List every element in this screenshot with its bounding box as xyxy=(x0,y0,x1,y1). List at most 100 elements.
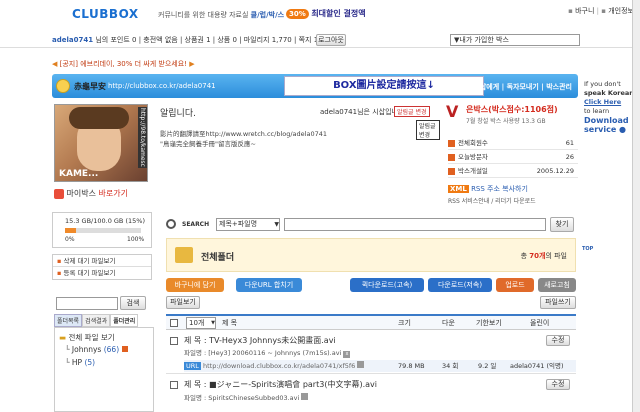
window-scrollbar[interactable] xyxy=(632,0,640,412)
search-input[interactable] xyxy=(284,218,546,231)
search-bar: SEARCH 제목+파일명 ▼ 찾기 xyxy=(166,216,576,234)
new-badge-icon xyxy=(121,346,128,352)
edit-button[interactable]: 수정 xyxy=(546,379,570,390)
all-folder-title: 전체폴더 xyxy=(201,253,235,263)
file-size: 79.8 MB xyxy=(398,362,425,370)
page-size-select[interactable]: 10개 ▼ xyxy=(186,317,216,329)
upload-button[interactable]: 업로드 xyxy=(496,278,534,292)
coupon[interactable]: | 상품권 1 xyxy=(180,36,211,44)
close-icon[interactable] xyxy=(301,393,309,400)
charge[interactable]: | 충전액 없음 xyxy=(139,36,178,44)
quick-download-button[interactable]: 퀵다운로드(고속) xyxy=(350,278,424,292)
side-ad[interactable]: If you don't speak Korean, Click Here to… xyxy=(584,80,638,134)
folder-icon: ┗ xyxy=(65,358,70,367)
queue-register[interactable]: ▪ 등록 대기 파일보기 xyxy=(53,267,151,279)
col-title: 제 목 xyxy=(222,319,238,327)
col-uploader: 올린이 xyxy=(530,319,550,327)
add-to-basket-button[interactable]: 바구니에 담기 xyxy=(166,278,224,292)
greeting-line-1: 影片的翻譯請至http://www.wretch.cc/blog/adela07… xyxy=(160,130,327,138)
play-icon: ▶ xyxy=(189,60,195,68)
rss-sub[interactable]: RSS 서비스안내 / 리더기 다운로드 xyxy=(448,196,536,205)
edit-button[interactable]: 수정 xyxy=(546,335,570,346)
folder-root[interactable]: ▬ 전체 파일 보기 xyxy=(59,332,115,343)
box-select[interactable]: ▼내가 가입한 박스 xyxy=(450,34,580,46)
file-view-button[interactable]: 파일보기 xyxy=(166,296,200,309)
tab-folder-list[interactable]: 폴더목록 xyxy=(54,314,83,327)
coupon-items[interactable]: | 상품 0 xyxy=(213,36,237,44)
top-link-basket[interactable]: 바구니 xyxy=(575,7,594,15)
search-label: SEARCH xyxy=(182,221,210,228)
stat-value: 2005.12.29 xyxy=(536,167,574,175)
file-name: 파일명 : [Hey3] 20060116 ~ Johnnys (7m15s).… xyxy=(184,347,351,358)
folder-item[interactable]: ┗ Johnnys (66) xyxy=(65,345,128,354)
all-folder-panel: 전체폴더 총 70개의 파일 xyxy=(166,238,576,272)
refresh-button[interactable]: 새로고침 xyxy=(538,278,576,292)
quota-hundred: 100% xyxy=(127,236,145,243)
header-tagline: 커뮤니티를 위한 대용량 자료실 클/럽/박/스 xyxy=(158,11,285,19)
rss-row[interactable]: XML RSS 주소 복사하기 xyxy=(448,184,528,194)
header: CLUBBOX 커뮤니티를 위한 대용량 자료실 클/럽/박/스 30% 최대할… xyxy=(0,0,640,30)
top-button[interactable]: TOP xyxy=(582,246,593,252)
promo-text: 최대할인 결정액 xyxy=(311,9,366,18)
quota-text: 15.3 GB/100.0 GB (15%) xyxy=(65,217,145,225)
basket-icon: ▪ xyxy=(568,7,573,15)
table-header: 10개 ▼ 제 목 크기 다운 기한보기 올린이 xyxy=(166,314,576,330)
box-header: 赤龜早安 http://clubbox.co.kr/adela0741 BOX圖… xyxy=(52,74,578,98)
tab-search-results[interactable]: 검색결과 xyxy=(82,314,111,327)
speaker-icon: ◀ xyxy=(52,60,58,68)
box-admin-links[interactable]: 시삽에게 | 독자모내기 | 박스관리 xyxy=(473,82,572,92)
box-stats-title: 은박스(박스점수:1106점) xyxy=(466,105,558,114)
file-name: 파일명 : SpiritsChineseSubbed03.avi xyxy=(184,392,309,402)
search-scope-select[interactable]: 제목+파일명 ▼ xyxy=(216,218,280,231)
notice-bar[interactable]: ◀ [공지] 에브리데이, 30% 더 싸게 받으세요! ▶ xyxy=(52,58,582,70)
file-title[interactable]: 제 목 : ■ジャニー-Spirits演唱會 part3(中文字幕).avi xyxy=(184,379,377,390)
stat-label: 오늘방문자 xyxy=(458,153,488,161)
change-notice-tooltip: 알림글변경 xyxy=(416,120,440,140)
box-stat-row: 전체회원수 61 xyxy=(448,136,578,150)
file-title[interactable]: 제 목 : TV-Heyx3 Johnnys未公開畫面.avi xyxy=(184,335,336,346)
logo[interactable]: CLUBBOX xyxy=(72,7,139,21)
xml-badge: XML xyxy=(448,185,469,193)
promo-banner[interactable]: 30% 최대할인 결정액 xyxy=(286,8,366,19)
folder-tree: ▬ 전체 파일 보기 ┗ Johnnys (66) ┗ HP (5) xyxy=(54,327,154,412)
file-uploader[interactable]: adela0741 (익명) xyxy=(510,360,564,372)
quota-bar-fill xyxy=(65,228,77,233)
top-links: ▪ 바구니 | ▪ 개인정보 xyxy=(568,7,634,15)
quota-bar xyxy=(65,228,141,233)
quota-panel: 15.3 GB/100.0 GB (15%) 0% 100% xyxy=(52,212,152,248)
mileage[interactable]: | 마일리지 1,770 xyxy=(239,36,292,44)
row-checkbox[interactable] xyxy=(170,381,178,389)
box-stat-row: 박스개설일 2005.12.29 xyxy=(448,164,578,178)
sidebar-search-input[interactable] xyxy=(56,297,118,310)
file-downloads: 34 회 xyxy=(442,362,459,370)
box-banner: BOX圖片設定請按這↓ xyxy=(284,76,484,96)
queue-delete[interactable]: ▪ 삭제 대기 파일보기 xyxy=(53,255,151,267)
box-emblem-icon xyxy=(56,79,70,93)
points[interactable]: 포인트 0 xyxy=(110,36,136,44)
queue-list: ▪ 삭제 대기 파일보기 ▪ 등록 대기 파일보기 xyxy=(52,254,152,280)
table-row: 제 목 : ■ジャニー-Spirits演唱會 part3(中文字幕).avi 수… xyxy=(166,378,576,412)
merge-url-button[interactable]: 다운URL 합치기 xyxy=(236,278,302,292)
mybox-link[interactable]: 마이박스 바로가기 xyxy=(54,187,148,201)
copy-icon[interactable] xyxy=(357,361,365,368)
close-icon[interactable]: x xyxy=(343,351,351,358)
search-button[interactable]: 찾기 xyxy=(550,217,574,232)
stat-icon xyxy=(448,153,455,161)
row-checkbox[interactable] xyxy=(170,337,178,345)
box-stats-date: 7월 창설 박스 사용량 13.3 GB xyxy=(466,118,546,125)
folder-tabs: 폴더목록 검색결과 폴더관리 xyxy=(54,314,154,327)
file-url[interactable]: http://download.clubbox.co.kr/adela0741/… xyxy=(203,362,355,370)
download-button[interactable]: 다운로드(저속) xyxy=(428,278,492,292)
select-all-checkbox[interactable] xyxy=(170,319,178,327)
sidebar-search-button[interactable]: 검색 xyxy=(120,296,146,310)
box-v-logo: V xyxy=(446,102,459,121)
username[interactable]: adela0741 xyxy=(52,36,93,44)
logout-button[interactable]: 로그아웃 xyxy=(316,34,346,46)
file-write-button[interactable]: 파일쓰기 xyxy=(540,296,576,309)
folder-item[interactable]: ┗ HP (5) xyxy=(65,358,95,367)
tab-folder-manage[interactable]: 폴더관리 xyxy=(110,314,139,327)
box-url[interactable]: http://clubbox.co.kr/adela0741 xyxy=(108,82,216,90)
change-notice-button[interactable]: 알림글 변경 xyxy=(394,106,430,117)
file-url-row: URL http://download.clubbox.co.kr/adela0… xyxy=(184,360,576,372)
top-link-profile[interactable]: 개인정보 xyxy=(608,7,634,15)
